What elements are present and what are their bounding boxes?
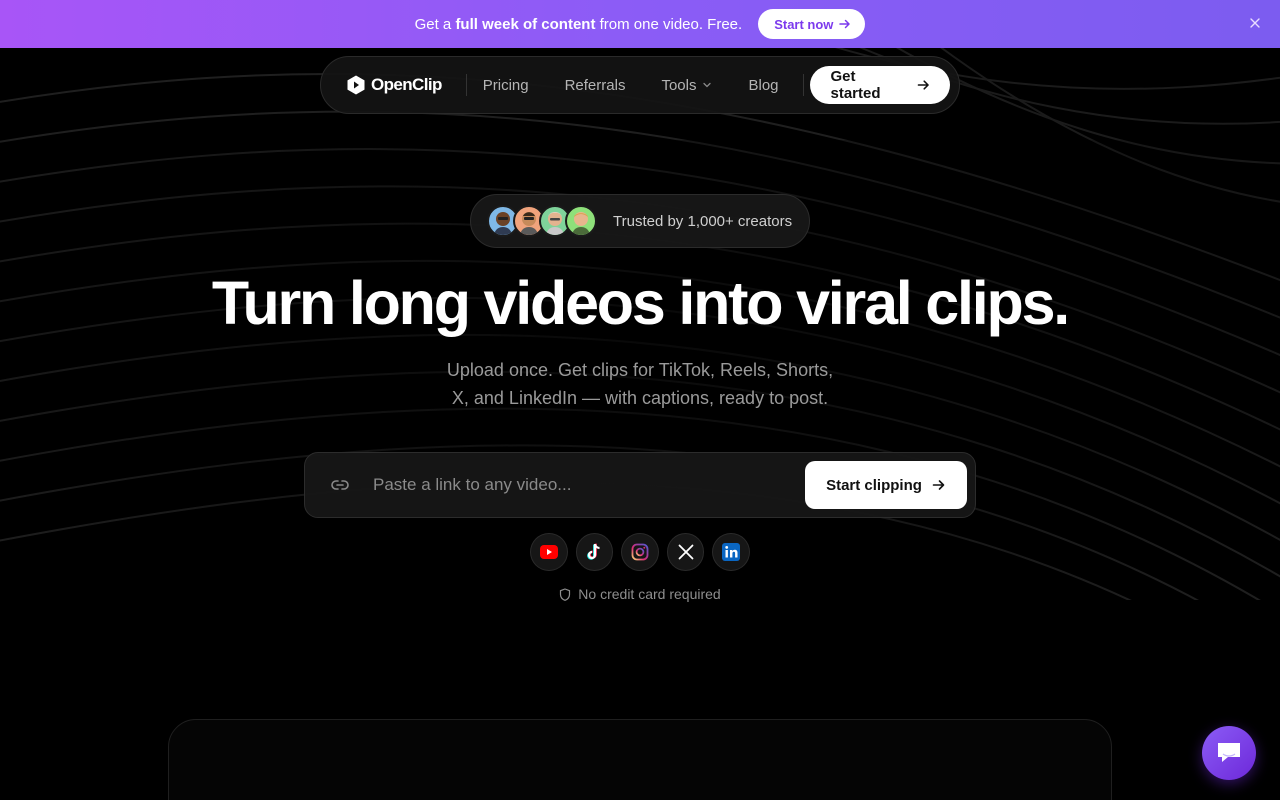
nav-link-label: Referrals	[564, 76, 626, 94]
trust-text: Trusted by 1,000+ creators	[613, 212, 793, 230]
arrow-right-icon	[917, 80, 929, 90]
banner-text-bold: full week of content	[455, 15, 596, 33]
hero-subtitle: Upload once. Get clips for TikTok, Reels…	[0, 356, 1280, 412]
no-credit-card-note: No credit card required	[0, 586, 1280, 602]
video-link-form: Start clipping	[304, 452, 976, 518]
chevron-down-icon	[703, 82, 712, 88]
banner-text: Get a full week of content from one vide…	[415, 16, 743, 33]
hero-subtitle-line: Upload once. Get clips for TikTok, Reels…	[446, 360, 834, 380]
linkedin-icon	[712, 533, 750, 571]
nav-link-label: Blog	[748, 76, 779, 94]
shield-icon	[560, 587, 571, 601]
platform-icons	[530, 533, 750, 571]
nav-link-referrals[interactable]: Referrals	[565, 77, 626, 94]
hero-subtitle-line: X, and LinkedIn — with captions, ready t…	[451, 388, 829, 408]
nav-link-pricing[interactable]: Pricing	[483, 77, 529, 94]
close-banner-button[interactable]	[1246, 14, 1264, 32]
openclip-logo-icon	[347, 75, 365, 95]
arrow-right-icon	[839, 19, 851, 29]
hero-title: Turn long videos into viral clips.	[211, 269, 1070, 337]
video-link-input[interactable]	[373, 475, 805, 495]
nav-divider	[802, 74, 804, 96]
main-nav: OpenClip Pricing Referrals Tools Blog Ge…	[320, 56, 960, 114]
close-icon	[1250, 18, 1260, 28]
preview-card	[168, 719, 1112, 800]
creator-avatars	[487, 205, 597, 237]
chat-widget-button[interactable]	[1202, 726, 1256, 780]
start-now-label: Start now	[774, 16, 834, 32]
link-icon	[329, 474, 351, 496]
trust-badge: Trusted by 1,000+ creators	[470, 194, 810, 248]
start-clipping-label: Start clipping	[826, 476, 922, 494]
x-icon	[666, 533, 705, 571]
nav-link-label: Tools	[661, 76, 697, 94]
no-credit-card-text: No credit card required	[578, 586, 721, 602]
nav-link-blog[interactable]: Blog	[748, 77, 778, 94]
banner-text-after: from one video. Free.	[595, 15, 743, 33]
nav-divider	[465, 74, 467, 96]
youtube-icon	[530, 533, 568, 571]
instagram-icon	[621, 533, 659, 571]
avatar	[565, 205, 597, 237]
arrow-right-icon	[932, 480, 945, 490]
tiktok-icon	[575, 533, 614, 571]
promo-banner: Get a full week of content from one vide…	[0, 0, 1280, 48]
nav-link-label: Pricing	[482, 76, 529, 94]
banner-text-before: Get a	[414, 15, 456, 33]
brand-logo[interactable]: OpenClip	[345, 74, 442, 96]
brand-name: OpenClip	[371, 75, 442, 94]
start-now-button[interactable]: Start now	[758, 9, 866, 39]
chat-icon	[1218, 743, 1240, 762]
nav-link-tools[interactable]: Tools	[661, 77, 712, 94]
start-clipping-button[interactable]: Start clipping	[805, 461, 967, 509]
get-started-button[interactable]: Get started	[810, 66, 951, 104]
get-started-label: Get started	[830, 68, 881, 102]
